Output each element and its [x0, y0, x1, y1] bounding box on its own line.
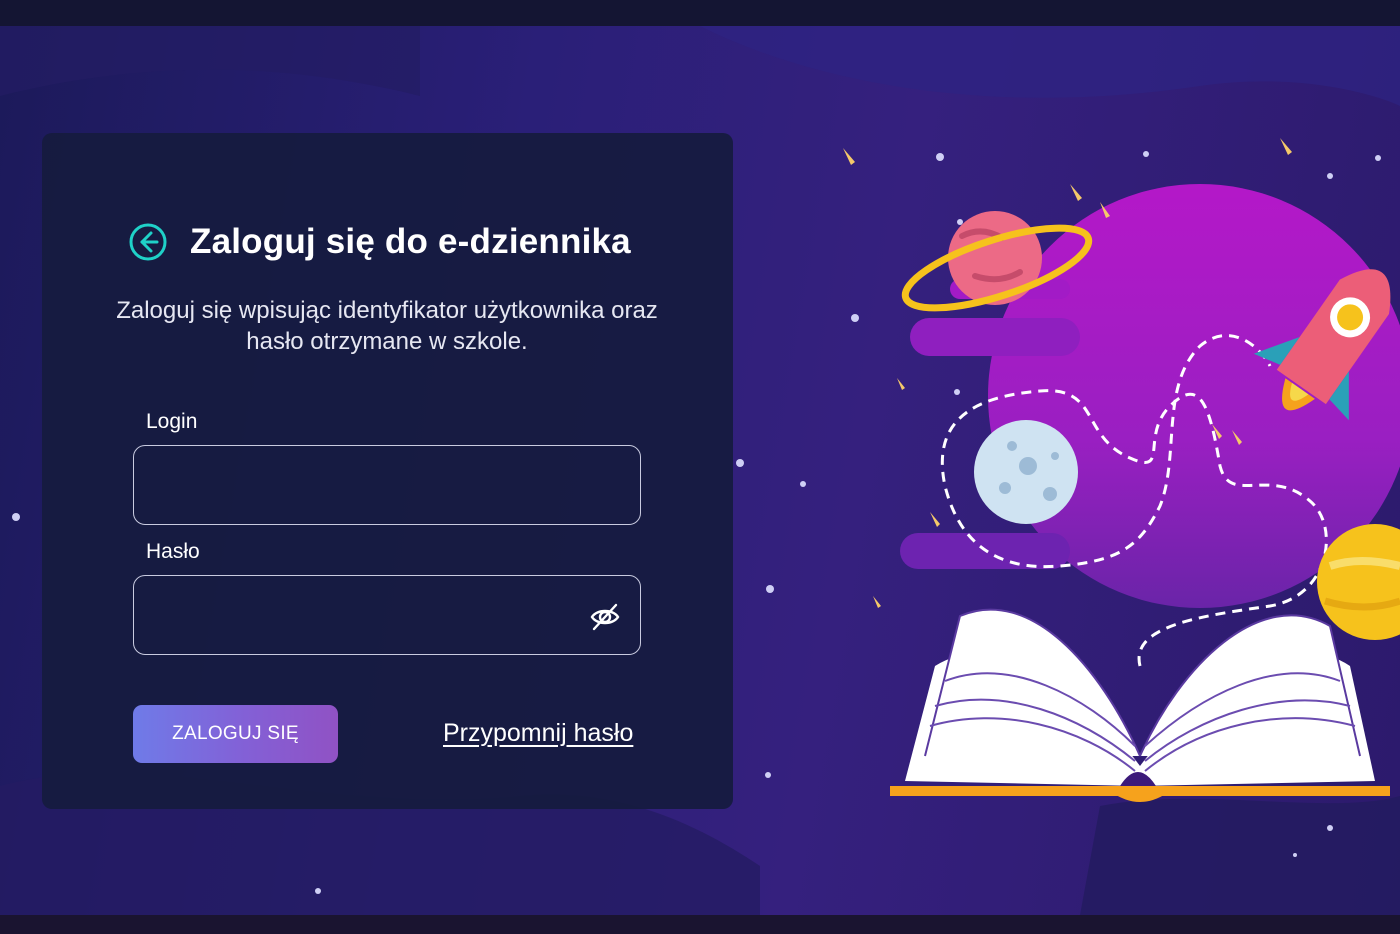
login-input[interactable]: [134, 446, 640, 524]
password-label: Hasło: [146, 540, 200, 563]
login-field-box: [133, 445, 641, 525]
open-book: [890, 608, 1390, 802]
login-label: Login: [146, 410, 198, 433]
login-button[interactable]: ZALOGUJ SIĘ: [133, 705, 338, 763]
bottom-bar: [0, 915, 1400, 934]
top-bar: [0, 0, 1400, 26]
background-scene: Zaloguj się do e-dziennika Zaloguj się w…: [0, 26, 1400, 915]
eye-off-icon[interactable]: [588, 600, 622, 634]
password-field-box: [133, 575, 641, 655]
page-title: Zaloguj się do e-dziennika: [190, 222, 631, 261]
forgot-password-link[interactable]: Przypomnij hasło: [443, 719, 633, 748]
login-instructions: Zaloguj się wpisując identyfikator użytk…: [116, 297, 658, 355]
title-row: Zaloguj się do e-dziennika: [128, 217, 631, 267]
password-input[interactable]: [134, 576, 640, 654]
login-card: Zaloguj się do e-dziennika Zaloguj się w…: [42, 133, 733, 809]
arrow-left-circle-icon[interactable]: [128, 222, 168, 262]
moon: [974, 420, 1078, 524]
